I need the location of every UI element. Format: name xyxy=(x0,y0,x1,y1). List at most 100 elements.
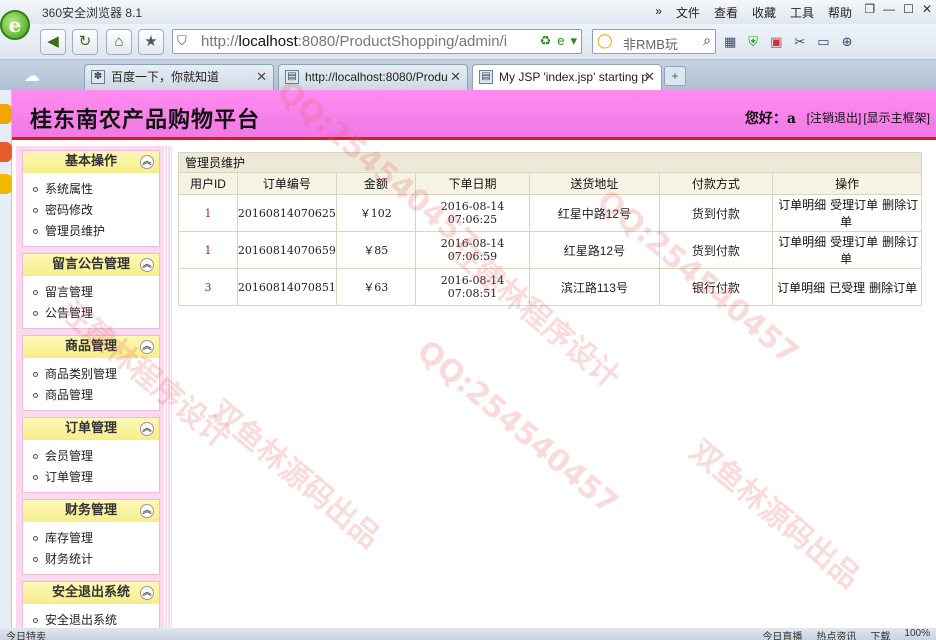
admin-sidebar: 基本操作 ︽ 系统属性 密码修改 管理员维护 留言公告管理 ︽ 留言管理 公告管理 … xyxy=(16,146,166,636)
nav-change-password[interactable]: 密码修改 xyxy=(33,200,159,221)
section-basic: 基本操作 ︽ 系统属性 密码修改 管理员维护 xyxy=(22,150,160,247)
status-live-link[interactable]: 今日直播 xyxy=(762,628,802,640)
tab-localhost[interactable]: ▤ http://localhost:8080/Produ ✕ xyxy=(278,64,468,90)
section-header[interactable]: 订单管理 ︽ xyxy=(23,418,159,440)
collapse-icon[interactable]: ︽ xyxy=(140,422,154,436)
user-id-cell: 3 xyxy=(178,268,238,306)
address-url[interactable]: http://localhost:8080/ProductShopping/ad… xyxy=(201,33,531,50)
nav-inventory-management[interactable]: 库存管理 xyxy=(33,528,159,549)
nav-order-management[interactable]: 订单管理 xyxy=(33,467,159,488)
menu-tools[interactable]: 工具 xyxy=(790,4,814,21)
site-title: 桂东南农产品购物平台 xyxy=(30,107,261,133)
home-button[interactable]: ⌂ xyxy=(106,29,132,55)
menu-view[interactable]: 查看 xyxy=(714,4,738,21)
browser-title-bar: 360安全浏览器 8.1 » 文件 查看 收藏 工具 帮助 ❐ — ☐ ✕ xyxy=(0,0,936,24)
section-header[interactable]: 财务管理 ︽ xyxy=(23,500,159,522)
search-input[interactable]: 非RMB玩 xyxy=(623,34,678,53)
menu-favorites[interactable]: 收藏 xyxy=(752,4,776,21)
close-tab-icon[interactable]: ✕ xyxy=(644,65,655,89)
order-number-cell: 20160814070625 xyxy=(236,194,337,232)
apps-grid-icon[interactable]: ▦ xyxy=(724,34,736,50)
logout-link[interactable]: [注销退出] xyxy=(807,109,862,126)
dropdown-arrow-icon[interactable]: ▾ xyxy=(570,33,577,49)
address-cell: 红星中路12号 xyxy=(529,194,660,232)
sidebar-app-icon[interactable] xyxy=(0,174,12,194)
payment-cell: 银行付款 xyxy=(658,268,774,306)
search-box[interactable]: ◯ 非RMB玩 ⌕ xyxy=(592,29,716,54)
section-header[interactable]: 基本操作 ︽ xyxy=(23,151,159,173)
status-news-link[interactable]: 热点资讯 xyxy=(816,628,856,640)
image-icon[interactable]: ▭ xyxy=(817,34,829,50)
column-header: 用户ID xyxy=(178,172,238,195)
payment-cell: 货到付款 xyxy=(658,231,774,269)
frame-divider[interactable] xyxy=(162,146,172,628)
sidebar-star-icon[interactable] xyxy=(0,104,12,124)
collapse-icon[interactable]: ︽ xyxy=(140,258,154,272)
status-download-link[interactable]: 下载 xyxy=(870,628,890,640)
nav-member-management[interactable]: 会员管理 xyxy=(33,446,159,467)
address-bar[interactable]: ⛉ http://localhost:8080/ProductShopping/… xyxy=(172,29,582,54)
restore-window-button[interactable]: ❐ xyxy=(864,2,875,16)
status-deals-link[interactable]: 今日特卖 xyxy=(6,628,46,640)
ie-mode-icon[interactable]: e xyxy=(557,33,564,49)
collapse-icon[interactable]: ︽ xyxy=(140,586,154,600)
zoom-icon[interactable]: ⊕ xyxy=(842,34,853,50)
menu-file[interactable]: 文件 xyxy=(676,4,700,21)
nav-notice-management[interactable]: 公告管理 xyxy=(33,303,159,324)
nav-product-management[interactable]: 商品管理 xyxy=(33,385,159,406)
nav-admin-maintenance[interactable]: 管理员维护 xyxy=(33,221,159,242)
accept-order-link[interactable]: 受理订单 xyxy=(830,235,878,249)
user-greeting: 您好：a xyxy=(744,111,796,127)
close-window-button[interactable]: ✕ xyxy=(922,2,932,16)
section-header[interactable]: 安全退出系统 ︽ xyxy=(23,582,159,604)
menu-more[interactable]: » xyxy=(655,4,662,21)
nav-system-properties[interactable]: 系统属性 xyxy=(33,179,159,200)
order-details-link[interactable]: 订单明细 xyxy=(778,235,826,249)
nav-category-management[interactable]: 商品类别管理 xyxy=(33,364,159,385)
show-main-frame-link[interactable]: [显示主框架] xyxy=(863,109,930,126)
search-engine-icon[interactable]: ◯ xyxy=(597,32,613,49)
header-links: [注销退出] [显示主框架] xyxy=(807,109,930,126)
maximize-button[interactable]: ☐ xyxy=(903,2,914,16)
user-id-cell: 1 xyxy=(178,231,238,269)
nav-finance-statistics[interactable]: 财务统计 xyxy=(33,549,159,570)
close-tab-icon[interactable]: ✕ xyxy=(450,65,461,89)
accept-order-link[interactable]: 受理订单 xyxy=(830,198,878,212)
status-zoom-level[interactable]: 100% xyxy=(904,628,930,640)
collapse-icon[interactable]: ︽ xyxy=(140,340,154,354)
close-tab-icon[interactable]: ✕ xyxy=(256,65,267,89)
shield-green-icon[interactable]: ⛨ xyxy=(748,34,758,50)
nav-message-management[interactable]: 留言管理 xyxy=(33,282,159,303)
refresh-button[interactable]: ↻ xyxy=(72,29,98,55)
minimize-button[interactable]: — xyxy=(883,2,895,16)
collapse-icon[interactable]: ︽ xyxy=(140,504,154,518)
amount-cell: ￥63 xyxy=(335,268,416,306)
cloud-icon[interactable]: ☁ xyxy=(24,66,40,86)
new-tab-button[interactable]: + xyxy=(664,66,686,86)
adblock-icon[interactable]: ▣ xyxy=(770,34,782,50)
browser-side-strip xyxy=(0,90,12,628)
sidebar-weibo-icon[interactable] xyxy=(0,142,12,162)
tab-index-jsp[interactable]: ▤ My JSP 'index.jsp' starting p ✕ xyxy=(472,64,662,90)
browser-toolbar: ◀ ↻ ⌂ ★ ⛉ http://localhost:8080/ProductS… xyxy=(0,24,936,60)
order-details-link[interactable]: 订单明细 xyxy=(778,198,826,212)
collapse-icon[interactable]: ︽ xyxy=(140,155,154,169)
recycle-icon[interactable]: ♻ xyxy=(540,33,552,49)
delete-order-link[interactable]: 删除订单 xyxy=(869,281,917,295)
menu-help[interactable]: 帮助 xyxy=(828,4,852,21)
page-icon: ▤ xyxy=(285,70,299,84)
search-icon[interactable]: ⌕ xyxy=(703,32,711,49)
favorite-button[interactable]: ★ xyxy=(138,29,164,55)
browser-menu-bar: » 文件 查看 收藏 工具 帮助 xyxy=(655,4,852,21)
section-messages: 留言公告管理 ︽ 留言管理 公告管理 xyxy=(22,253,160,329)
window-title: 360安全浏览器 8.1 xyxy=(42,6,143,20)
section-header[interactable]: 留言公告管理 ︽ xyxy=(23,254,159,276)
order-details-link[interactable]: 订单明细 xyxy=(777,281,825,295)
section-header[interactable]: 商品管理 ︽ xyxy=(23,336,159,358)
screenshot-icon[interactable]: ✂ xyxy=(794,34,805,50)
column-header: 付款方式 xyxy=(658,172,774,195)
order-date-cell: 2016-08-14 07:06:25 xyxy=(414,194,531,232)
tab-baidu[interactable]: ✽ 百度一下，你就知道 ✕ xyxy=(84,64,274,90)
back-button[interactable]: ◀ xyxy=(40,29,66,55)
section-finance: 财务管理 ︽ 库存管理 财务统计 xyxy=(22,499,160,575)
